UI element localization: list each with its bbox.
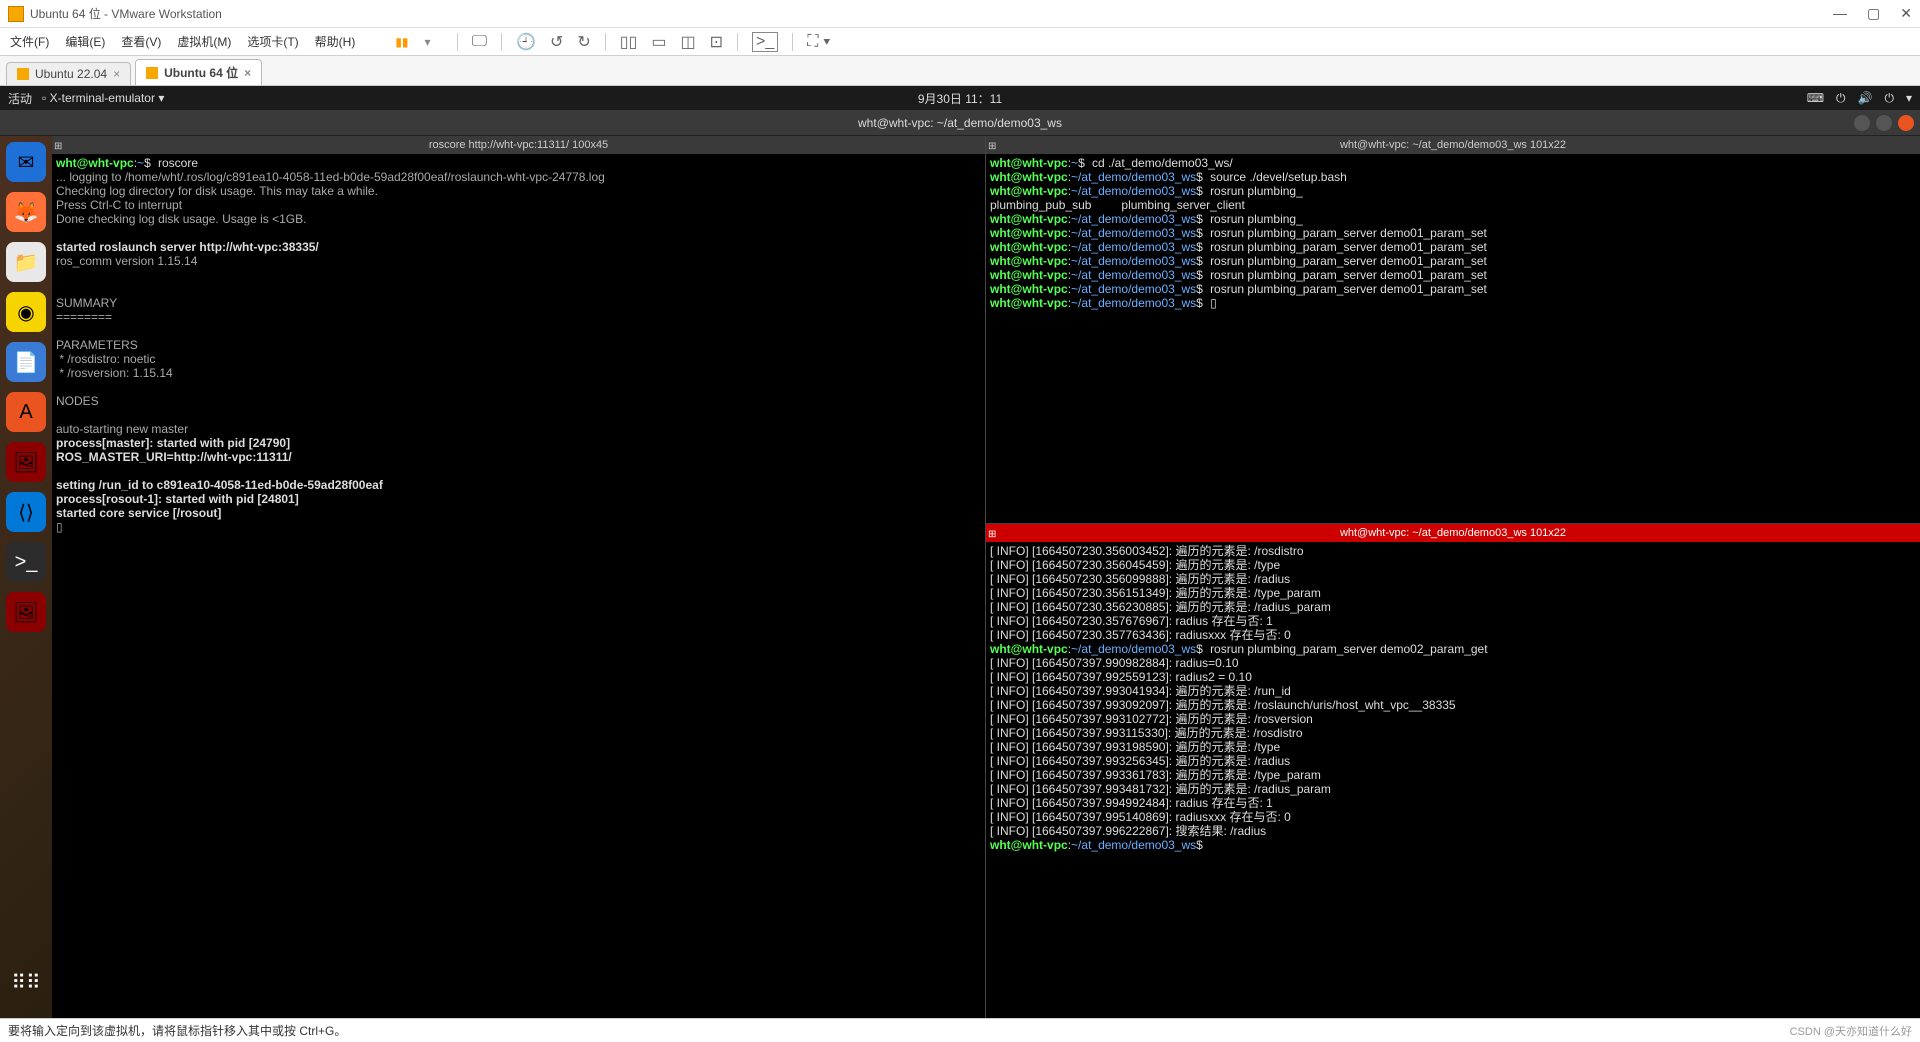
- clock-back-icon[interactable]: ↺: [550, 32, 563, 52]
- terminal-output-right-bottom[interactable]: [ INFO] [1664507230.356003452]: 遍历的元素是: …: [986, 542, 1920, 1018]
- network-icon[interactable]: ⏻: [1836, 91, 1846, 106]
- app-menu[interactable]: ▫ X-terminal-emulator ▾: [42, 91, 164, 105]
- status-message: 要将输入定向到该虚拟机，请将鼠标指针移入其中或按 Ctrl+G。: [8, 1022, 346, 1039]
- firefox-icon[interactable]: 🦊: [6, 192, 46, 232]
- menu-help[interactable]: 帮助(H): [315, 33, 356, 50]
- tab-label: Ubuntu 22.04: [35, 67, 107, 81]
- menu-edit[interactable]: 编辑(E): [65, 33, 105, 50]
- pane-title: wht@wht-vpc: ~/at_demo/demo03_ws 101x22: [1340, 527, 1566, 539]
- layout1-icon[interactable]: ▯▯: [620, 32, 638, 52]
- clock-snapshot-icon[interactable]: 🕘: [516, 32, 536, 52]
- term-close-button[interactable]: [1898, 115, 1914, 131]
- terminal-window-titlebar: wht@wht-vpc: ~/at_demo/demo03_ws: [0, 110, 1920, 136]
- power-icon[interactable]: ⏻: [1884, 91, 1894, 106]
- vmware-menubar: 文件(F) 编辑(E) 查看(V) 虚拟机(M) 选项卡(T) 帮助(H) ▮▮…: [0, 28, 1920, 56]
- pane-corner-icon: ⊞: [988, 526, 996, 544]
- libreoffice-icon[interactable]: 📄: [6, 342, 46, 382]
- keyboard-icon[interactable]: ⌨: [1807, 91, 1824, 105]
- menu-view[interactable]: 查看(V): [121, 33, 161, 50]
- rhythmbox-icon[interactable]: ◉: [6, 292, 46, 332]
- ubuntu-topbar: 活动 ▫ X-terminal-emulator ▾ 9月30日 11：11 ⌨…: [0, 86, 1920, 110]
- fullscreen-icon[interactable]: ⛶ ▾: [807, 33, 830, 51]
- clock-fwd-icon[interactable]: ↻: [577, 32, 590, 52]
- vscode-icon[interactable]: ⟨⟩: [6, 492, 46, 532]
- terminal-pane-right-top[interactable]: ⊞ wht@wht-vpc: ~/at_demo/demo03_ws 101x2…: [986, 136, 1920, 524]
- snapshot-icon[interactable]: 🖵: [472, 33, 487, 51]
- pane-header-left: ⊞ roscore http://wht-vpc:11311/ 100x45: [52, 136, 985, 154]
- layout2-icon[interactable]: ▭: [651, 32, 666, 52]
- volume-icon[interactable]: 🔊: [1858, 91, 1873, 105]
- layout4-icon[interactable]: ⊡: [710, 32, 723, 52]
- tab-label: Ubuntu 64 位: [164, 64, 238, 81]
- vm-icon: [146, 67, 158, 79]
- apps-grid-icon[interactable]: ⠿⠿: [6, 962, 46, 1002]
- files-icon[interactable]: 📁: [6, 242, 46, 282]
- vm-tab-ubuntu64[interactable]: Ubuntu 64 位 ×: [135, 59, 262, 85]
- pane-header-right-bottom-active: ⊞ wht@wht-vpc: ~/at_demo/demo03_ws 101x2…: [986, 524, 1920, 542]
- watermark: CSDN @天亦知道什么好: [1790, 1023, 1912, 1039]
- term-minimize-button[interactable]: [1854, 115, 1870, 131]
- clock[interactable]: 9月30日 11：11: [918, 90, 1002, 107]
- screenshot-icon[interactable]: 🖼: [6, 442, 46, 482]
- vmware-titlebar: Ubuntu 64 位 - VMware Workstation — ▢ ✕: [0, 0, 1920, 28]
- layout3-icon[interactable]: ◫: [680, 32, 695, 52]
- console-icon[interactable]: >_: [752, 32, 778, 52]
- menu-file[interactable]: 文件(F): [10, 33, 49, 50]
- vm-icon: [17, 68, 29, 80]
- close-button[interactable]: ✕: [1900, 5, 1912, 22]
- pane-corner-icon: ⊞: [988, 138, 996, 156]
- terminal-pane-left[interactable]: ⊞ roscore http://wht-vpc:11311/ 100x45 w…: [52, 136, 986, 1018]
- term-maximize-button[interactable]: [1876, 115, 1892, 131]
- terminal-pane-right-bottom[interactable]: ⊞ wht@wht-vpc: ~/at_demo/demo03_ws 101x2…: [986, 524, 1920, 1018]
- vmware-statusbar: 要将输入定向到该虚拟机，请将鼠标指针移入其中或按 Ctrl+G。 CSDN @天…: [0, 1018, 1920, 1042]
- thunderbird-icon[interactable]: ✉: [6, 142, 46, 182]
- terminal-output-left[interactable]: wht@wht-vpc:~$ roscore ... logging to /h…: [52, 154, 985, 1018]
- terminator-container: ⊞ roscore http://wht-vpc:11311/ 100x45 w…: [52, 136, 1920, 1018]
- pane-header-right-top: ⊞ wht@wht-vpc: ~/at_demo/demo03_ws 101x2…: [986, 136, 1920, 154]
- tab-close-icon[interactable]: ×: [244, 66, 251, 80]
- ubuntu-dock: ✉ 🦊 📁 ◉ 📄 A 🖼 ⟨⟩ >_ 🖼 ⠿⠿: [0, 136, 52, 1018]
- window-title: Ubuntu 64 位 - VMware Workstation: [30, 5, 1833, 22]
- status-dropdown-icon[interactable]: ▾: [1906, 91, 1912, 105]
- pause-icon[interactable]: ▮▮: [395, 35, 408, 49]
- tab-close-icon[interactable]: ×: [113, 67, 120, 81]
- minimize-button[interactable]: —: [1833, 5, 1847, 22]
- menu-vm[interactable]: 虚拟机(M): [177, 33, 231, 50]
- menu-tabs[interactable]: 选项卡(T): [247, 33, 298, 50]
- terminal-title: wht@wht-vpc: ~/at_demo/demo03_ws: [858, 116, 1062, 130]
- terminal-icon[interactable]: >_: [6, 542, 46, 582]
- software-icon[interactable]: A: [6, 392, 46, 432]
- pane-title: roscore http://wht-vpc:11311/ 100x45: [429, 139, 608, 151]
- pane-title: wht@wht-vpc: ~/at_demo/demo03_ws 101x22: [1340, 139, 1566, 151]
- pane-corner-icon: ⊞: [54, 138, 62, 156]
- maximize-button[interactable]: ▢: [1867, 5, 1880, 22]
- vmware-logo-icon: [8, 6, 24, 22]
- screenshot2-icon[interactable]: 🖼: [6, 592, 46, 632]
- terminal-output-right-top[interactable]: wht@wht-vpc:~$ cd ./at_demo/demo03_ws/ w…: [986, 154, 1920, 523]
- vm-tab-ubuntu2204[interactable]: Ubuntu 22.04 ×: [6, 62, 131, 85]
- activities-button[interactable]: 活动: [8, 90, 32, 107]
- vmware-tabbar: Ubuntu 22.04 × Ubuntu 64 位 ×: [0, 56, 1920, 86]
